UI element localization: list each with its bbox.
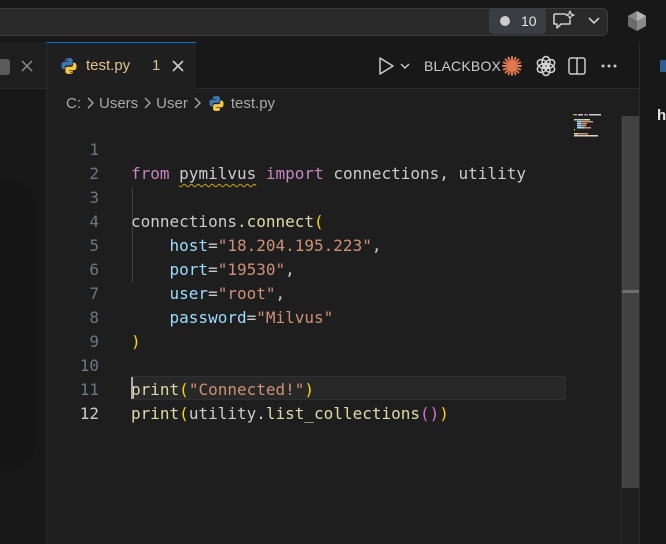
chat-sparkle-icon[interactable] — [551, 10, 575, 32]
panel-heading: h — [657, 107, 666, 124]
tab-stub — [0, 59, 10, 75]
vertical-scrollbar-thumb[interactable] — [622, 116, 639, 488]
code-token: ( — [179, 404, 189, 423]
notification-badge[interactable]: 10 — [489, 8, 546, 34]
code-line: 6 user="root", — [47, 234, 621, 303]
breadcrumb: C: Users User test.py — [66, 92, 275, 114]
chevron-right-icon — [194, 97, 201, 109]
breadcrumb-users[interactable]: Users — [99, 95, 138, 112]
code-line: 1 from pymilvus import connections, util… — [47, 114, 621, 183]
run-icon[interactable] — [377, 56, 395, 76]
blackbox-button[interactable]: BLACKBOX — [424, 58, 501, 74]
code-line: 7 password="Milvus" — [47, 258, 621, 327]
breadcrumb-file[interactable]: test.py — [231, 95, 275, 112]
code-line: 5 port="19530", — [47, 210, 621, 279]
breadcrumb-user[interactable]: User — [156, 95, 188, 112]
close-icon[interactable] — [19, 58, 35, 74]
scrollbar-cursor-marker — [622, 290, 639, 293]
code-line: 11 print(utility.list_collections()) — [47, 354, 621, 423]
code-line: 3 connections.connect( — [47, 162, 621, 231]
code-token: utility. — [188, 404, 266, 423]
background-watermark — [0, 180, 36, 470]
line-number-active: 12 — [79, 404, 99, 423]
code-line: 10 print("Connected!") — [47, 330, 621, 399]
tab-problem-count: 1 — [152, 57, 161, 74]
breadcrumb-drive[interactable]: C: — [66, 95, 81, 112]
code-token: () — [420, 404, 440, 423]
code-line: 8 ) — [47, 282, 621, 351]
chevron-right-icon — [144, 97, 152, 109]
code-token: ) — [439, 404, 449, 423]
code-line: 4 host="18.204.195.223", — [47, 186, 621, 255]
code-line: 12 — [47, 378, 621, 423]
python-icon — [61, 58, 77, 74]
copilot-icon[interactable] — [626, 10, 648, 32]
claude-icon[interactable] — [501, 55, 523, 77]
code-token: print — [131, 404, 180, 423]
panel-tab-icon[interactable] — [660, 60, 666, 72]
status-dot-icon — [500, 16, 510, 26]
more-icon[interactable] — [599, 56, 619, 76]
notification-count: 10 — [521, 13, 537, 29]
chevron-right-icon — [87, 97, 94, 109]
code-line: 2 — [47, 138, 621, 183]
tab-filename: test.py — [86, 57, 131, 74]
chevron-down-icon[interactable] — [399, 59, 411, 73]
python-icon — [209, 95, 224, 111]
text-cursor — [131, 377, 133, 399]
openai-icon[interactable] — [535, 55, 557, 77]
code-line: 9 — [47, 306, 621, 351]
code-token: list_collections — [265, 404, 420, 423]
minimap[interactable] — [573, 114, 621, 144]
chevron-down-icon[interactable] — [586, 12, 602, 28]
split-editor-icon[interactable] — [567, 56, 587, 76]
close-icon[interactable] — [170, 58, 186, 74]
code-editor[interactable]: 1 from pymilvus import connections, util… — [47, 114, 621, 423]
